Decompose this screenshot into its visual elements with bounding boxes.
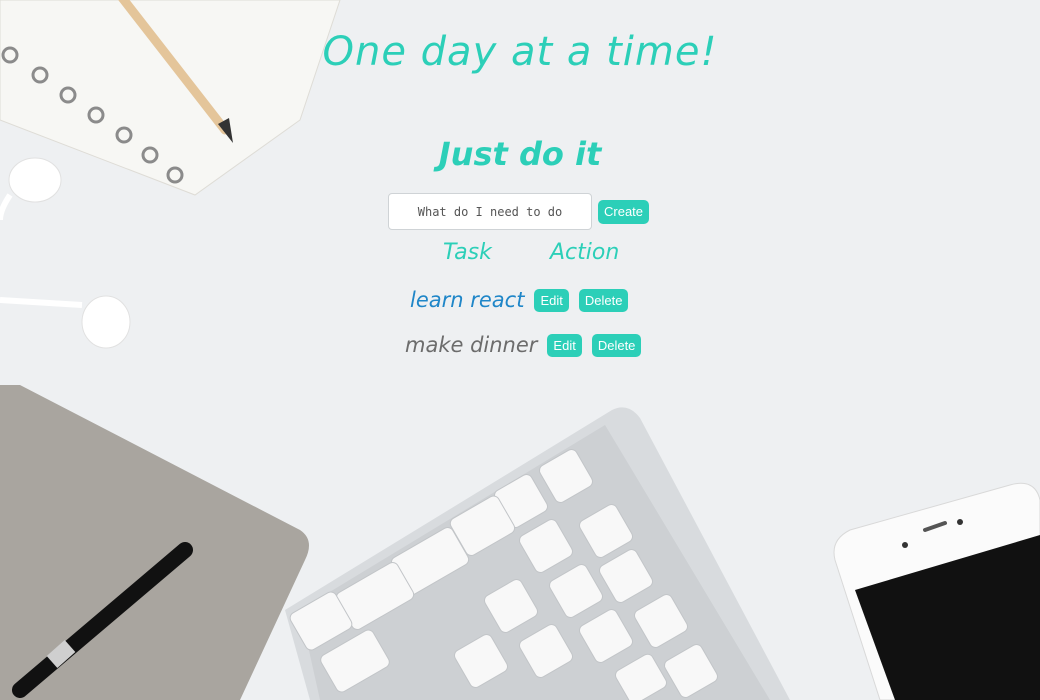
edit-button[interactable]: Edit bbox=[547, 333, 582, 357]
column-header-action: Action bbox=[550, 240, 620, 265]
task-row: learn react Edit Delete bbox=[410, 288, 629, 312]
task-row: make dinner Edit Delete bbox=[405, 333, 642, 357]
task-input[interactable] bbox=[388, 193, 592, 230]
todo-app: One day at a time! Just do it Create Tas… bbox=[0, 0, 1040, 700]
page-subtitle: Just do it bbox=[438, 134, 602, 173]
edit-button[interactable]: Edit bbox=[534, 288, 569, 312]
task-text: learn react bbox=[410, 288, 525, 312]
delete-button[interactable]: Delete bbox=[591, 333, 642, 357]
task-text: make dinner bbox=[405, 333, 538, 357]
task-form: Create bbox=[388, 193, 650, 230]
page-title: One day at a time! bbox=[322, 28, 718, 75]
create-button[interactable]: Create bbox=[598, 199, 650, 224]
column-header-task: Task bbox=[443, 240, 492, 265]
delete-button[interactable]: Delete bbox=[578, 288, 629, 312]
